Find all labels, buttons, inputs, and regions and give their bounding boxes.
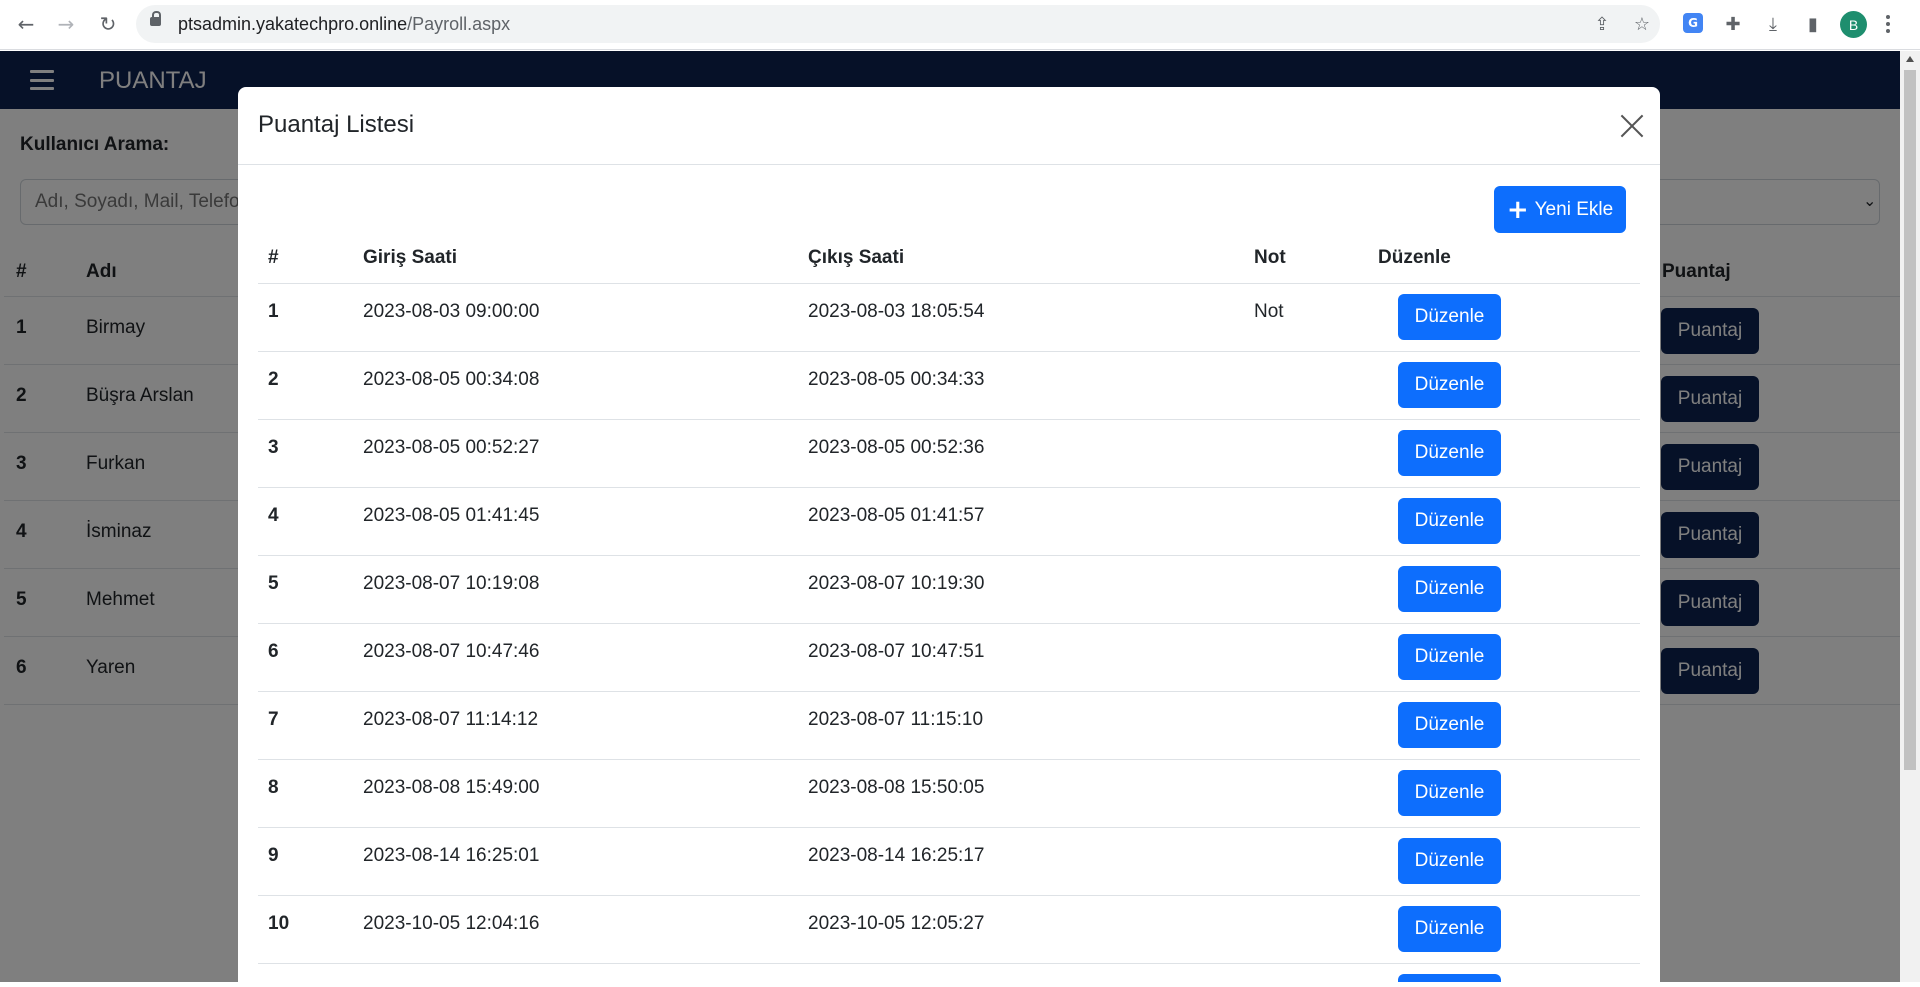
row-entry-time: 2023-08-07 10:19:08 xyxy=(363,573,540,594)
row-exit-time: 2023-08-03 18:05:54 xyxy=(808,301,985,322)
row-entry-time: 2023-08-07 10:47:46 xyxy=(363,641,540,662)
sidepanel-icon[interactable]: ▮ xyxy=(1800,11,1826,37)
url-text[interactable]: ptsadmin.yakatechpro.online/Payroll.aspx xyxy=(178,14,510,35)
table-row: 3 2023-08-05 00:52:27 2023-08-05 00:52:3… xyxy=(258,419,1640,487)
row-entry-time: 2023-08-08 15:49:00 xyxy=(363,777,540,798)
edit-button[interactable]: Düzenle xyxy=(1398,634,1501,680)
scroll-up-arrow-icon[interactable] xyxy=(1906,56,1914,62)
edit-button[interactable]: Düzenle xyxy=(1398,294,1501,340)
table-row: 9 2023-08-14 16:25:01 2023-08-14 16:25:1… xyxy=(258,827,1640,895)
table-row: 5 2023-08-07 10:19:08 2023-08-07 10:19:3… xyxy=(258,555,1640,623)
row-num: 9 xyxy=(268,845,279,866)
profile-avatar[interactable]: B xyxy=(1840,11,1867,38)
close-icon[interactable] xyxy=(1619,113,1645,139)
table-row: 6 2023-08-07 10:47:46 2023-08-07 10:47:5… xyxy=(258,623,1640,691)
edit-button[interactable]: Düzenle xyxy=(1398,430,1501,476)
row-num: 5 xyxy=(268,573,279,594)
plus-icon: + xyxy=(1506,194,1529,225)
row-entry-time: 2023-08-05 00:34:08 xyxy=(363,369,540,390)
table-row: 8 2023-08-08 15:49:00 2023-08-08 15:50:0… xyxy=(258,759,1640,827)
lock-icon[interactable] xyxy=(150,11,161,26)
row-exit-time: 2023-08-05 00:52:36 xyxy=(808,437,985,458)
row-entry-time: 2023-08-05 00:52:27 xyxy=(363,437,540,458)
row-num: 3 xyxy=(268,437,279,458)
table-row: 2 2023-08-05 00:34:08 2023-08-05 00:34:3… xyxy=(258,351,1640,419)
table-row: 4 2023-08-05 01:41:45 2023-08-05 01:41:5… xyxy=(258,487,1640,555)
url-path: /Payroll.aspx xyxy=(407,14,511,34)
header-note: Not xyxy=(1254,247,1286,268)
table-row: 1 2023-08-03 09:00:00 2023-08-03 18:05:5… xyxy=(258,283,1640,351)
row-exit-time: 2023-08-14 16:25:17 xyxy=(808,845,985,866)
row-note: Not xyxy=(1254,301,1284,322)
modal-header: Puantaj Listesi xyxy=(238,87,1660,165)
row-entry-time: 2023-10-05 12:04:16 xyxy=(363,913,540,934)
header-edit: Düzenle xyxy=(1378,247,1451,268)
kebab-menu-icon[interactable] xyxy=(1882,11,1894,37)
add-new-button[interactable]: + Yeni Ekle xyxy=(1494,186,1626,233)
translate-icon[interactable]: G xyxy=(1683,13,1703,33)
url-host: ptsadmin.yakatechpro.online xyxy=(178,14,408,34)
row-exit-time: 2023-10-05 12:05:27 xyxy=(808,913,985,934)
header-num: # xyxy=(268,247,279,268)
table-row: 10 2023-10-05 12:04:16 2023-10-05 12:05:… xyxy=(258,895,1640,963)
window-bottom-edge xyxy=(0,982,1920,987)
modal-title: Puantaj Listesi xyxy=(258,111,415,138)
row-num: 1 xyxy=(268,301,279,322)
row-exit-time: 2023-08-07 10:47:51 xyxy=(808,641,985,662)
row-entry-time: 2023-08-05 01:41:45 xyxy=(363,505,540,526)
row-num: 6 xyxy=(268,641,279,662)
forward-icon[interactable]: → xyxy=(52,10,80,38)
table-row: 7 2023-08-07 11:14:12 2023-08-07 11:15:1… xyxy=(258,691,1640,759)
row-exit-time: 2023-08-07 10:19:30 xyxy=(808,573,985,594)
download-icon[interactable]: ⤓ xyxy=(1760,11,1786,37)
row-entry-time: 2023-08-07 11:14:12 xyxy=(363,709,539,730)
row-num: 10 xyxy=(268,913,290,934)
edit-button[interactable]: Düzenle xyxy=(1398,906,1501,952)
edit-button[interactable]: Düzenle xyxy=(1398,566,1501,612)
share-icon[interactable]: ⇪ xyxy=(1590,12,1614,36)
row-exit-time: 2023-08-05 01:41:57 xyxy=(808,505,985,526)
back-icon[interactable]: ← xyxy=(12,10,40,38)
edit-button[interactable]: Düzenle xyxy=(1398,498,1501,544)
row-entry-time: 2023-08-14 16:25:01 xyxy=(363,845,540,866)
header-entry-time: Giriş Saati xyxy=(363,247,457,268)
add-new-label: Yeni Ekle xyxy=(1534,198,1614,220)
row-num: 7 xyxy=(268,709,279,730)
reload-icon[interactable]: ↻ xyxy=(94,10,122,38)
extensions-icon[interactable]: ✚ xyxy=(1720,11,1746,37)
row-exit-time: 2023-08-08 15:50:05 xyxy=(808,777,985,798)
row-num: 8 xyxy=(268,777,279,798)
header-exit-time: Çıkış Saati xyxy=(808,247,905,268)
scrollbar-thumb[interactable] xyxy=(1904,70,1916,770)
star-icon[interactable]: ☆ xyxy=(1630,12,1654,36)
payroll-modal: Puantaj Listesi + Yeni Ekle # Giriş Saat… xyxy=(238,87,1660,987)
row-num: 2 xyxy=(268,369,279,390)
row-num: 4 xyxy=(268,505,279,526)
row-exit-time: 2023-08-05 00:34:33 xyxy=(808,369,985,390)
edit-button[interactable]: Düzenle xyxy=(1398,362,1501,408)
edit-button[interactable]: Düzenle xyxy=(1398,838,1501,884)
row-exit-time: 2023-08-07 11:15:10 xyxy=(808,709,984,730)
row-entry-time: 2023-08-03 09:00:00 xyxy=(363,301,540,322)
browser-toolbar: ← → ↻ ptsadmin.yakatechpro.online/Payrol… xyxy=(0,0,1920,50)
edit-button[interactable]: Düzenle xyxy=(1398,770,1501,816)
edit-button[interactable]: Düzenle xyxy=(1398,702,1501,748)
